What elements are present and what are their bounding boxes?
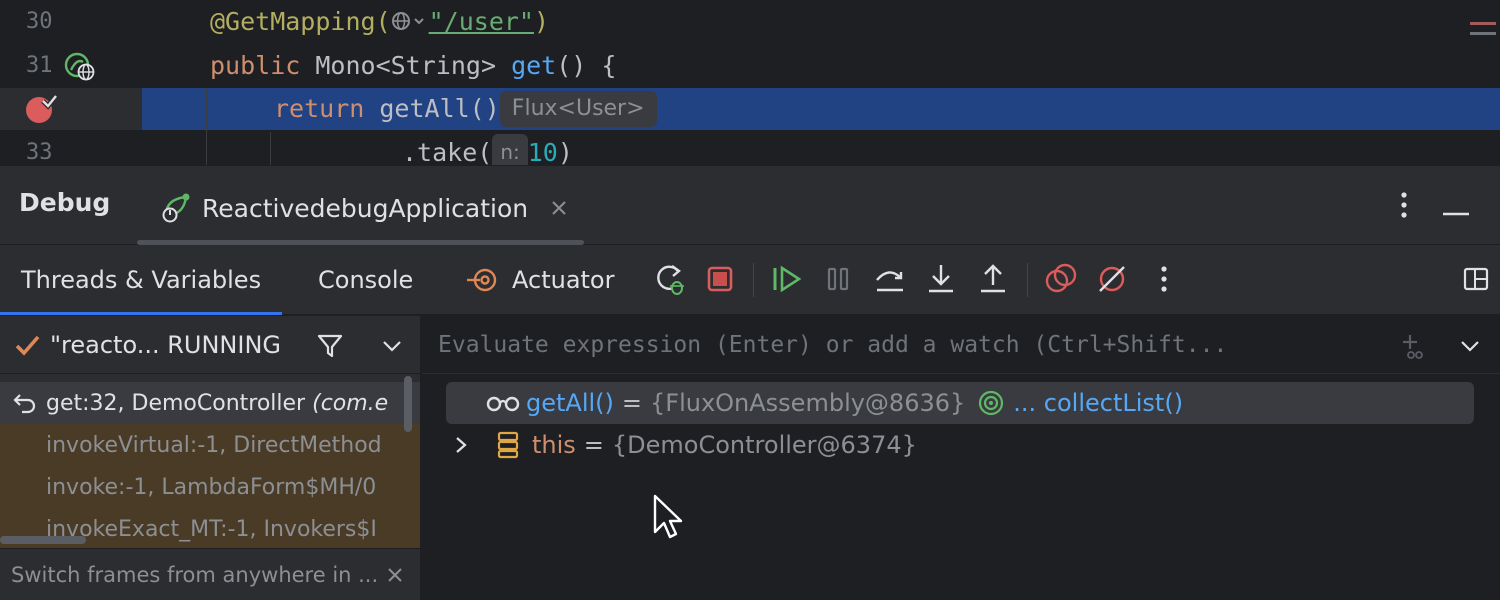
line-number: 31: [26, 53, 53, 78]
session-tab[interactable]: ReactivedebugApplication: [160, 188, 568, 228]
method-name: get: [511, 51, 557, 80]
step-into-icon[interactable]: [921, 259, 961, 299]
rerun-icon[interactable]: [649, 259, 689, 299]
chevron-down-icon[interactable]: [381, 336, 403, 356]
code-punct: () {: [556, 51, 617, 80]
parameter-hint: n:: [492, 134, 528, 165]
evaluate-expression-input[interactable]: [438, 316, 1358, 374]
code-line-current: return getAll() Flux<User>: [0, 87, 1500, 131]
close-icon[interactable]: [386, 566, 404, 584]
frame-item[interactable]: invokeVirtual:-1, DirectMethod: [0, 424, 420, 466]
frame-method: invoke:-1, LambdaForm$MH/0: [46, 474, 377, 500]
code-editor[interactable]: 30 @GetMapping( "/user") 31 public Mono<S…: [0, 0, 1500, 165]
line-number: 33: [26, 140, 53, 165]
number-literal: 10: [527, 138, 558, 165]
field-icon: [496, 431, 520, 459]
method-call: .take(: [402, 138, 493, 165]
reactor-icon: [977, 389, 1005, 417]
debug-toolbar: Threads & Variables Console Actuator: [0, 245, 1500, 315]
more-icon[interactable]: [1144, 259, 1184, 299]
endpoint-gutter-icon[interactable]: [64, 52, 96, 86]
keyword: return: [274, 94, 365, 123]
variable-equals: =: [583, 431, 604, 459]
tab-threads-variables[interactable]: Threads & Variables: [0, 245, 283, 315]
step-back-icon: [12, 391, 38, 415]
add-watch-icon[interactable]: [1396, 332, 1426, 360]
variable-row[interactable]: getAll() = {FluxOnAssembly@8636} ... col…: [446, 382, 1474, 424]
collect-list-link[interactable]: ... collectList(): [1013, 389, 1183, 417]
layout-icon[interactable]: [1456, 259, 1496, 299]
code-punct: ): [533, 7, 550, 36]
hint-text: Switch frames from anywhere in ...: [11, 562, 379, 587]
toolbar-separator: [1027, 263, 1028, 297]
variables-panel: getAll() = {FluxOnAssembly@8636} ... col…: [422, 316, 1500, 600]
frames-hint-bar: Switch frames from anywhere in ...: [0, 548, 420, 600]
minimize-icon[interactable]: [1442, 202, 1470, 221]
spring-boot-debug-icon: [160, 193, 194, 223]
toolbar-separator: [753, 263, 754, 297]
thread-selector[interactable]: "reacto... RUNNING: [0, 316, 420, 374]
chevron-down-icon[interactable]: [1459, 336, 1481, 356]
tab-actuator[interactable]: Actuator: [466, 245, 614, 315]
close-icon[interactable]: [550, 199, 568, 217]
line-number: 30: [26, 9, 53, 34]
frames-panel: "reacto... RUNNING get:32, DemoControlle…: [0, 316, 421, 600]
debug-tool-window-header: Debug ReactivedebugApplication: [0, 165, 1500, 245]
variable-name: this: [532, 431, 576, 459]
mouse-cursor-icon: [653, 494, 683, 540]
resume-icon[interactable]: [767, 259, 807, 299]
vertical-scrollbar[interactable]: [404, 376, 412, 432]
horizontal-scrollbar[interactable]: [0, 536, 86, 544]
tab-console[interactable]: Console: [318, 245, 413, 315]
view-breakpoints-icon[interactable]: [1041, 259, 1081, 299]
method-call: getAll(): [379, 94, 500, 123]
chevron-right-icon[interactable]: [454, 435, 468, 455]
variable-value: {FluxOnAssembly@8636}: [650, 389, 966, 417]
step-over-icon[interactable]: [870, 259, 910, 299]
scrollbar-marker: [1470, 32, 1496, 35]
annotation: @GetMapping(: [210, 7, 391, 36]
mapping-path[interactable]: "/user": [429, 7, 534, 36]
type-name: Mono<String>: [315, 51, 496, 80]
code-text: .take(n: 10): [402, 131, 573, 165]
thread-label: "reacto... RUNNING: [50, 330, 282, 359]
frame-item[interactable]: invoke:-1, LambdaForm$MH/0: [0, 466, 420, 508]
mute-breakpoints-icon[interactable]: [1092, 259, 1132, 299]
tab-label: Actuator: [512, 266, 615, 294]
keyword: public: [210, 51, 301, 80]
actuator-icon: [466, 265, 500, 295]
type-hint: Flux<User>: [499, 91, 657, 127]
frame-location: (com.e: [312, 390, 389, 416]
code-text: public Mono<String> get() {: [210, 44, 616, 88]
code-text: return getAll() Flux<User>: [274, 87, 657, 131]
code-line: 30 @GetMapping( "/user"): [0, 0, 1500, 44]
filter-icon[interactable]: [316, 332, 344, 360]
frame-method: invokeVirtual:-1, DirectMethod: [46, 432, 382, 458]
debug-title: Debug: [19, 188, 111, 217]
frame-item-current[interactable]: get:32, DemoController (com.e: [0, 382, 420, 424]
scrollbar-marker: [1470, 22, 1496, 25]
code-line: 33 .take(n: 10): [0, 131, 1500, 165]
code-line: 31 public Mono<String> get() {: [0, 44, 1500, 88]
more-options-icon[interactable]: [1392, 190, 1416, 224]
frame-method: invokeExact_MT:-1, Invokers$I: [46, 516, 377, 542]
watch-glasses-icon: [486, 393, 520, 413]
variable-equals: =: [621, 389, 642, 417]
code-punct: ): [557, 138, 573, 165]
stop-icon[interactable]: [700, 259, 740, 299]
checkmark-icon: [14, 334, 40, 356]
code-text: @GetMapping( "/user"): [210, 0, 549, 46]
variable-name: getAll(): [526, 389, 614, 417]
tab-label: Threads & Variables: [21, 266, 262, 294]
globe-icon[interactable]: [391, 2, 429, 46]
variable-row[interactable]: this = {DemoController@6374}: [446, 424, 1474, 466]
frame-method: get:32, DemoController: [46, 390, 306, 416]
pause-icon[interactable]: [818, 259, 858, 299]
session-tab-label: ReactivedebugApplication: [202, 193, 529, 223]
tab-label: Console: [318, 266, 414, 294]
breakpoint-icon[interactable]: [24, 93, 58, 129]
variable-value: {DemoController@6374}: [611, 431, 917, 459]
step-out-icon[interactable]: [973, 259, 1013, 299]
evaluate-bar: [422, 316, 1500, 374]
